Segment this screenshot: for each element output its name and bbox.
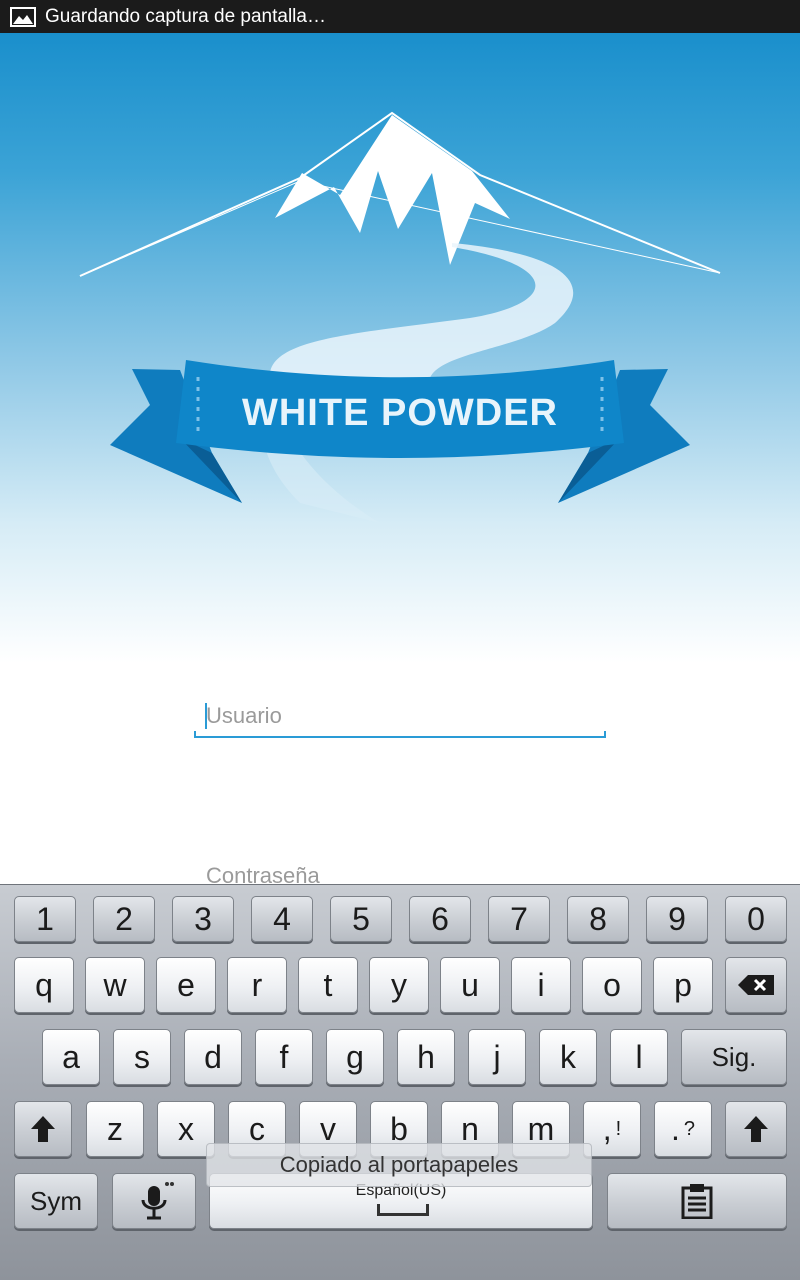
- key-9[interactable]: 9: [646, 896, 708, 942]
- key-y[interactable]: y: [369, 957, 429, 1013]
- key-2[interactable]: 2: [93, 896, 155, 942]
- key-z[interactable]: z: [86, 1101, 144, 1157]
- key-g[interactable]: g: [326, 1029, 384, 1085]
- key-8[interactable]: 8: [567, 896, 629, 942]
- key-0[interactable]: 0: [725, 896, 787, 942]
- period-label: .: [670, 1110, 680, 1147]
- next-key[interactable]: Sig.: [681, 1029, 787, 1085]
- key-w[interactable]: w: [85, 957, 145, 1013]
- key-t[interactable]: t: [298, 957, 358, 1013]
- key-period[interactable]: . ?: [654, 1101, 712, 1157]
- comma-alt-label: !: [615, 1117, 622, 1140]
- shift-icon: [31, 1116, 55, 1142]
- password-field[interactable]: Contraseña: [194, 862, 606, 886]
- key-s[interactable]: s: [113, 1029, 171, 1085]
- shift-key-right[interactable]: [725, 1101, 787, 1157]
- shift-icon: [744, 1116, 768, 1142]
- text-cursor: [205, 703, 207, 729]
- space-icon: [377, 1204, 429, 1216]
- image-icon: [10, 6, 36, 27]
- key-h[interactable]: h: [397, 1029, 455, 1085]
- logo-text: WHITE POWDER: [242, 392, 558, 434]
- backspace-key[interactable]: [725, 957, 787, 1013]
- toast-text: Copiado al portapapeles: [279, 1152, 519, 1177]
- key-d[interactable]: d: [184, 1029, 242, 1085]
- key-a[interactable]: a: [42, 1029, 100, 1085]
- period-alt-label: ?: [683, 1117, 695, 1140]
- microphone-icon: [141, 1182, 174, 1220]
- key-i[interactable]: i: [511, 957, 571, 1013]
- key-k[interactable]: k: [539, 1029, 597, 1085]
- username-field[interactable]: [194, 696, 606, 740]
- clipboard-toast: Copiado al portapapeles: [206, 1143, 592, 1187]
- key-7[interactable]: 7: [488, 896, 550, 942]
- white-powder-logo: WHITE POWDER: [79, 111, 721, 523]
- key-6[interactable]: 6: [409, 896, 471, 942]
- shift-key-left[interactable]: [14, 1101, 72, 1157]
- clipboard-icon: [681, 1184, 713, 1219]
- key-f[interactable]: f: [255, 1029, 313, 1085]
- comma-label: ,: [602, 1110, 612, 1147]
- username-underline: [194, 731, 606, 738]
- status-bar: Guardando captura de pantalla…: [0, 0, 800, 33]
- key-l[interactable]: l: [610, 1029, 668, 1085]
- password-placeholder: Contraseña: [206, 863, 320, 886]
- key-5[interactable]: 5: [330, 896, 392, 942]
- key-1[interactable]: 1: [14, 896, 76, 942]
- key-3[interactable]: 3: [172, 896, 234, 942]
- key-p[interactable]: p: [653, 957, 713, 1013]
- username-input[interactable]: [194, 696, 606, 736]
- key-o[interactable]: o: [582, 957, 642, 1013]
- key-u[interactable]: u: [440, 957, 500, 1013]
- hero-banner: WHITE POWDER: [0, 33, 800, 663]
- clipboard-key[interactable]: [607, 1173, 787, 1229]
- backspace-icon: [738, 975, 774, 995]
- voice-input-key[interactable]: [112, 1173, 196, 1229]
- key-4[interactable]: 4: [251, 896, 313, 942]
- key-e[interactable]: e: [156, 957, 216, 1013]
- key-q[interactable]: q: [14, 957, 74, 1013]
- status-notification-text: Guardando captura de pantalla…: [45, 5, 326, 27]
- key-r[interactable]: r: [227, 957, 287, 1013]
- key-j[interactable]: j: [468, 1029, 526, 1085]
- sym-key[interactable]: Sym: [14, 1173, 98, 1229]
